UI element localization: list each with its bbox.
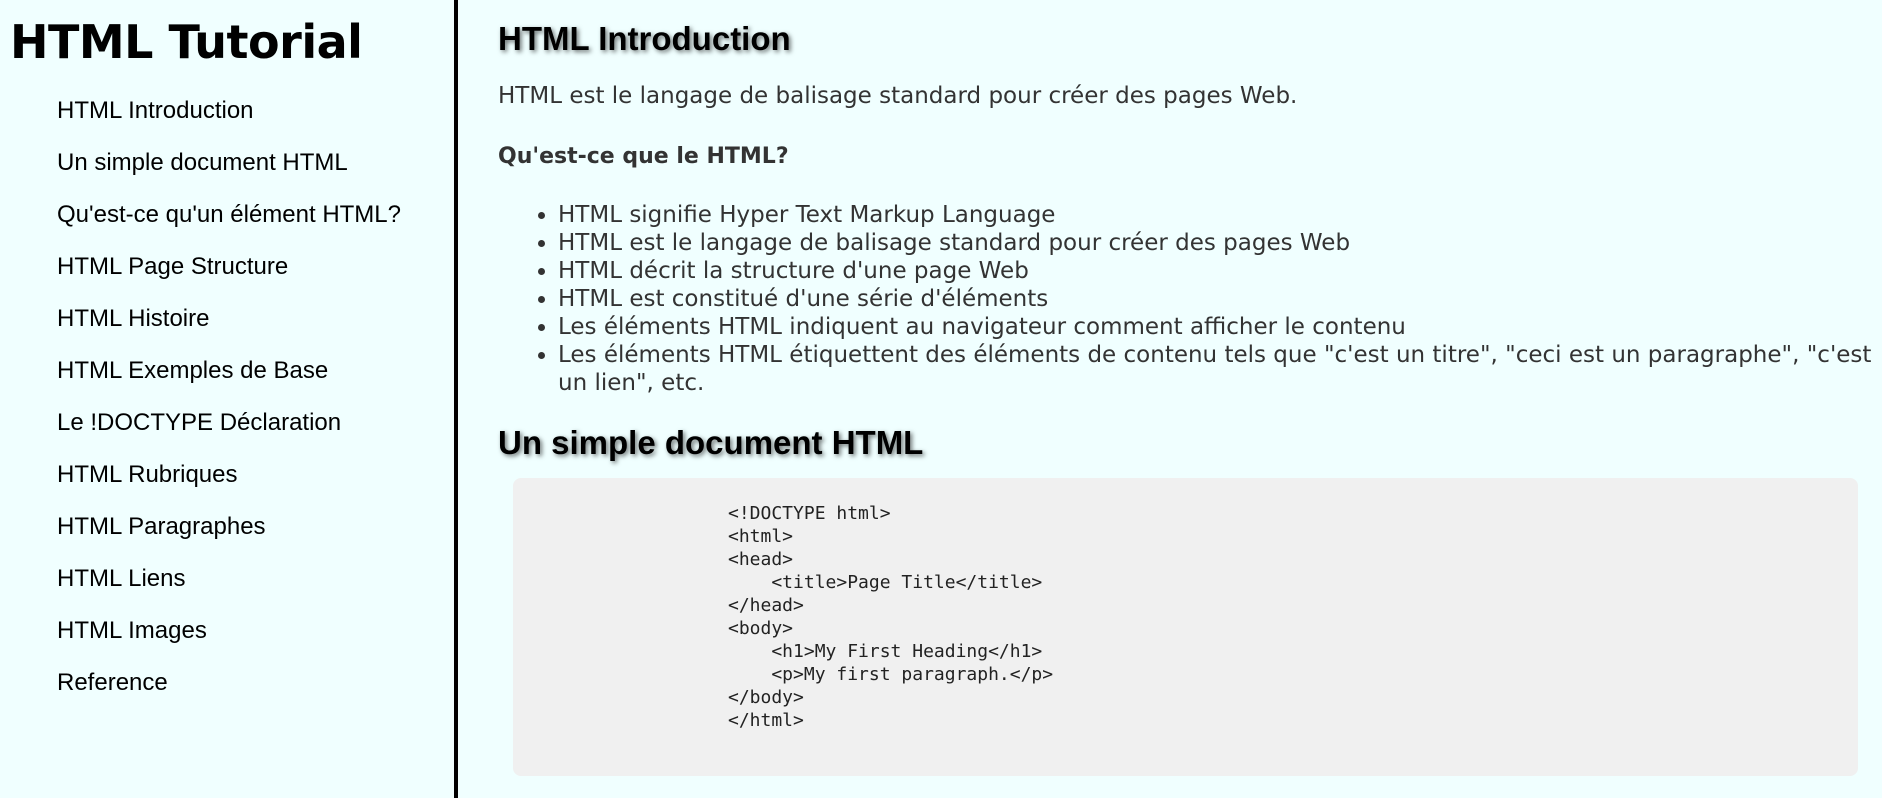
intro-paragraph: HTML est le langage de balisage standard…	[498, 83, 1298, 109]
code-example-box: <!DOCTYPE html> <html> <head> <title>Pag…	[513, 478, 1858, 776]
code-line: <head>	[728, 549, 794, 570]
list-item: HTML signifie Hyper Text Markup Language	[558, 201, 1872, 229]
sidebar-item-rubriques[interactable]: HTML Rubriques	[57, 454, 401, 506]
list-item: Les éléments HTML étiquettent des élémen…	[558, 341, 1872, 397]
sidebar-item-liens[interactable]: HTML Liens	[57, 558, 401, 610]
code-line: </body>	[728, 687, 804, 708]
simple-document-heading: Un simple document HTML	[498, 424, 924, 461]
code-line: <body>	[728, 618, 794, 639]
code-line: <!DOCTYPE html>	[728, 503, 891, 524]
sidebar-nav: HTML Introduction Un simple document HTM…	[57, 90, 401, 714]
sidebar-title: HTML Tutorial	[10, 15, 363, 69]
list-item: HTML est le langage de balisage standard…	[558, 229, 1872, 257]
sidebar-item-reference[interactable]: Reference	[57, 662, 401, 714]
code-line: <title>Page Title</title>	[728, 572, 1043, 593]
list-item: HTML décrit la structure d'une page Web	[558, 257, 1872, 285]
sidebar-item-html-element[interactable]: Qu'est-ce qu'un élément HTML?	[57, 194, 401, 246]
main-content: HTML Introduction HTML est le langage de…	[498, 0, 1872, 798]
question-heading: Qu'est-ce que le HTML?	[498, 144, 789, 169]
definition-list: HTML signifie Hyper Text Markup Language…	[498, 201, 1872, 397]
list-item: Les éléments HTML indiquent au navigateu…	[558, 313, 1872, 341]
code-line: <html>	[728, 526, 794, 547]
code-line: </html>	[728, 710, 804, 731]
sidebar: HTML Tutorial HTML Introduction Un simpl…	[0, 0, 458, 798]
sidebar-item-simple-document[interactable]: Un simple document HTML	[57, 142, 401, 194]
sidebar-item-doctype[interactable]: Le !DOCTYPE Déclaration	[57, 402, 401, 454]
code-line: </head>	[728, 595, 804, 616]
sidebar-item-histoire[interactable]: HTML Histoire	[57, 298, 401, 350]
code-block: <!DOCTYPE html> <html> <head> <title>Pag…	[728, 502, 1053, 732]
sidebar-item-html-introduction[interactable]: HTML Introduction	[57, 90, 401, 142]
code-line: <p>My first paragraph.</p>	[728, 664, 1054, 685]
sidebar-item-images[interactable]: HTML Images	[57, 610, 401, 662]
intro-heading: HTML Introduction	[498, 20, 791, 57]
sidebar-item-paragraphes[interactable]: HTML Paragraphes	[57, 506, 401, 558]
code-line: <h1>My First Heading</h1>	[728, 641, 1043, 662]
list-item: HTML est constitué d'une série d'élément…	[558, 285, 1872, 313]
sidebar-item-page-structure[interactable]: HTML Page Structure	[57, 246, 401, 298]
sidebar-item-exemples-de-base[interactable]: HTML Exemples de Base	[57, 350, 401, 402]
